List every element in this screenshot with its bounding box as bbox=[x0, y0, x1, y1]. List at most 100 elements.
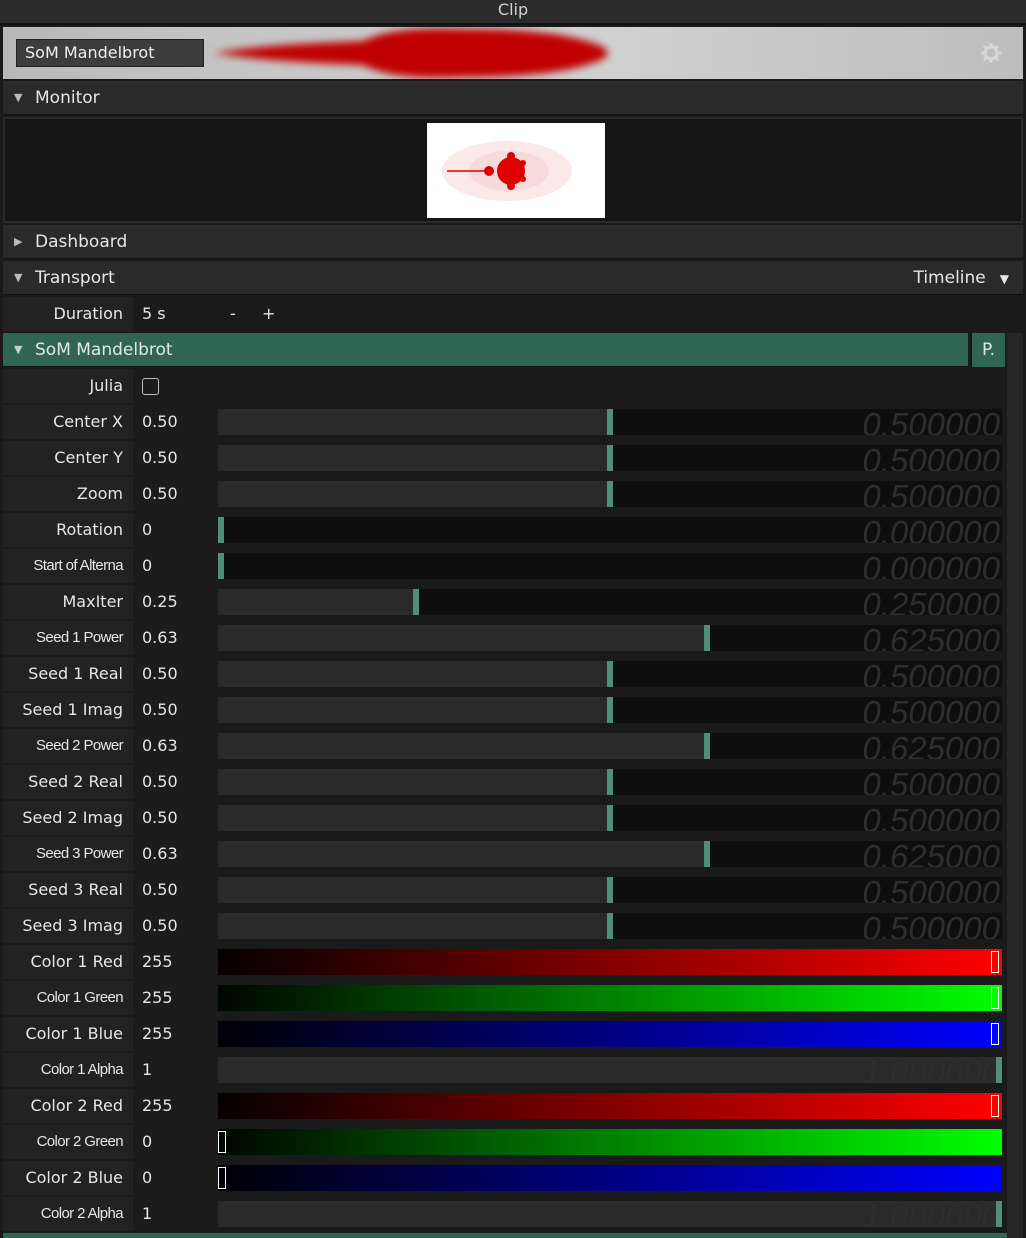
param-value[interactable]: 0.50 bbox=[135, 441, 217, 475]
param-value[interactable]: 0.50 bbox=[135, 873, 217, 907]
param-label: Seed 1 Real bbox=[3, 657, 133, 691]
slider-thumb[interactable] bbox=[607, 913, 613, 939]
slider-thumb[interactable] bbox=[218, 553, 224, 579]
param-label: Center Y bbox=[3, 441, 133, 475]
slider-thumb[interactable] bbox=[607, 481, 613, 507]
param-slider[interactable]: 1.000000 bbox=[218, 1201, 1002, 1227]
param-slider[interactable]: 0.000000 bbox=[218, 517, 1002, 543]
param-label: MaxIter bbox=[3, 585, 133, 619]
transport-mode-value: Timeline bbox=[913, 268, 986, 288]
effect-section-header[interactable]: ▼ SoM Mandelbrot bbox=[3, 333, 968, 367]
slider-thumb[interactable] bbox=[991, 1095, 999, 1117]
param-value[interactable]: 0.63 bbox=[135, 621, 217, 655]
param-value[interactable]: 255 bbox=[135, 1089, 217, 1123]
param-slider[interactable] bbox=[218, 985, 1002, 1011]
duration-value[interactable]: 5 s bbox=[137, 297, 166, 331]
slider-thumb[interactable] bbox=[704, 841, 711, 867]
slider-thumb[interactable] bbox=[607, 877, 613, 903]
slider-thumb[interactable] bbox=[412, 589, 419, 615]
preset-button[interactable]: P. bbox=[971, 333, 1005, 367]
slider-precise-value: 0.500000 bbox=[862, 445, 1000, 471]
scrollbar[interactable] bbox=[1007, 333, 1023, 1238]
param-row-seed-1-power: Seed 1 Power 0.63 0.625000 bbox=[3, 621, 1007, 655]
dashboard-section-header[interactable]: ▶ Dashboard bbox=[3, 225, 1023, 259]
param-slider[interactable]: 0.625000 bbox=[218, 625, 1002, 651]
param-row-rotation: Rotation 0 0.000000 bbox=[3, 513, 1007, 547]
param-value[interactable]: 255 bbox=[135, 981, 217, 1015]
slider-thumb[interactable] bbox=[607, 769, 613, 795]
slider-fill bbox=[218, 877, 607, 903]
param-value[interactable]: 0.25 bbox=[135, 585, 217, 619]
param-slider[interactable]: 0.500000 bbox=[218, 661, 1002, 687]
slider-fill bbox=[218, 589, 413, 615]
julia-checkbox[interactable] bbox=[142, 378, 159, 395]
param-value[interactable]: 1 bbox=[135, 1053, 217, 1087]
slider-thumb[interactable] bbox=[996, 1057, 1002, 1083]
slider-thumb[interactable] bbox=[996, 1201, 1002, 1227]
transport-mode-dropdown[interactable]: Timeline ▼ bbox=[913, 261, 1009, 296]
param-row-seed-2-imag: Seed 2 Imag 0.50 0.500000 bbox=[3, 801, 1007, 835]
param-value[interactable]: 0.50 bbox=[135, 693, 217, 727]
param-slider[interactable]: 0.500000 bbox=[218, 409, 1002, 435]
param-value[interactable]: 0.50 bbox=[135, 909, 217, 943]
param-label: Color 2 Green bbox=[3, 1125, 133, 1159]
param-slider[interactable]: 1.000000 bbox=[218, 1057, 1002, 1083]
duration-label: Duration bbox=[3, 297, 133, 331]
param-value[interactable]: 0.50 bbox=[135, 657, 217, 691]
param-slider[interactable]: 0.500000 bbox=[218, 805, 1002, 831]
param-slider[interactable]: 0.500000 bbox=[218, 913, 1002, 939]
slider-thumb[interactable] bbox=[991, 951, 999, 973]
param-slider[interactable] bbox=[218, 1129, 1002, 1155]
param-value[interactable]: 0.50 bbox=[135, 477, 217, 511]
slider-fill bbox=[218, 841, 705, 867]
monitor-section-header[interactable]: ▼ Monitor bbox=[3, 81, 1023, 115]
param-slider[interactable]: 0.500000 bbox=[218, 697, 1002, 723]
param-slider[interactable]: 0.625000 bbox=[218, 733, 1002, 759]
next-section-header bbox=[3, 1233, 1007, 1238]
param-slider[interactable]: 0.500000 bbox=[218, 877, 1002, 903]
param-value[interactable]: 0.63 bbox=[135, 729, 217, 763]
param-value[interactable]: 0 bbox=[135, 513, 217, 547]
param-slider[interactable] bbox=[218, 1021, 1002, 1047]
slider-thumb[interactable] bbox=[218, 517, 224, 543]
param-value[interactable]: 1 bbox=[135, 1197, 217, 1231]
param-slider[interactable]: 0.500000 bbox=[218, 481, 1002, 507]
slider-thumb[interactable] bbox=[991, 1023, 999, 1045]
slider-thumb[interactable] bbox=[607, 697, 613, 723]
param-value[interactable]: 255 bbox=[135, 945, 217, 979]
duration-increment-button[interactable]: + bbox=[262, 297, 275, 331]
param-value[interactable]: 0.63 bbox=[135, 837, 217, 871]
param-value[interactable]: 0 bbox=[135, 1161, 217, 1195]
param-row-maxiter: MaxIter 0.25 0.250000 bbox=[3, 585, 1007, 619]
gear-icon[interactable] bbox=[981, 43, 1001, 63]
param-label: Julia bbox=[3, 369, 133, 403]
slider-thumb[interactable] bbox=[607, 445, 613, 471]
transport-section-header[interactable]: ▼ Transport Timeline ▼ bbox=[3, 261, 1023, 295]
clip-name-field[interactable]: SoM Mandelbrot bbox=[16, 39, 204, 67]
slider-thumb[interactable] bbox=[991, 987, 999, 1009]
param-value[interactable]: 0.50 bbox=[135, 801, 217, 835]
slider-thumb[interactable] bbox=[607, 409, 613, 435]
param-slider[interactable] bbox=[218, 949, 1002, 975]
param-slider[interactable]: 0.250000 bbox=[218, 589, 1002, 615]
clip-thumbnail-bar[interactable]: SoM Mandelbrot bbox=[3, 27, 1023, 79]
param-value[interactable]: 0.50 bbox=[135, 405, 217, 439]
slider-thumb[interactable] bbox=[704, 733, 711, 759]
duration-decrement-button[interactable]: - bbox=[230, 297, 236, 331]
param-slider[interactable] bbox=[218, 1165, 1002, 1191]
param-value[interactable]: 255 bbox=[135, 1017, 217, 1051]
slider-thumb[interactable] bbox=[607, 661, 613, 687]
param-slider[interactable]: 0.500000 bbox=[218, 445, 1002, 471]
param-value[interactable]: 0 bbox=[135, 549, 217, 583]
slider-thumb[interactable] bbox=[218, 1131, 226, 1153]
slider-fill bbox=[218, 481, 607, 507]
param-slider[interactable] bbox=[218, 1093, 1002, 1119]
param-slider[interactable]: 0.000000 bbox=[218, 553, 1002, 579]
param-slider[interactable]: 0.500000 bbox=[218, 769, 1002, 795]
slider-thumb[interactable] bbox=[218, 1167, 226, 1189]
param-value[interactable]: 0.50 bbox=[135, 765, 217, 799]
slider-thumb[interactable] bbox=[704, 625, 711, 651]
slider-thumb[interactable] bbox=[607, 805, 613, 831]
param-value[interactable]: 0 bbox=[135, 1125, 217, 1159]
param-slider[interactable]: 0.625000 bbox=[218, 841, 1002, 867]
